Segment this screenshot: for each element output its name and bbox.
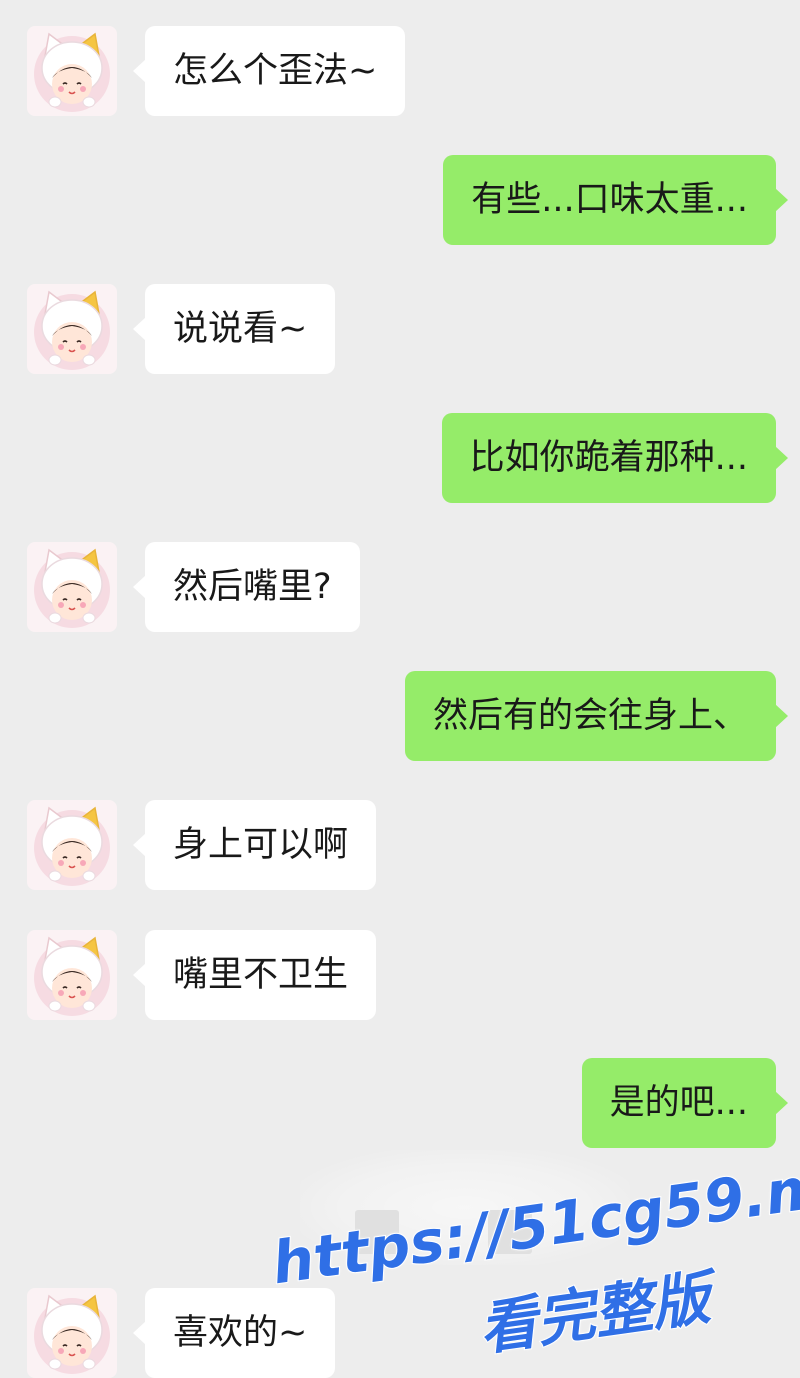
message-bubble-outgoing[interactable]: 有些...口味太重... (443, 155, 788, 245)
contact-avatar-icon[interactable] (27, 26, 117, 116)
contact-avatar-icon[interactable] (27, 542, 117, 632)
message-bubble-incoming[interactable]: 嘴里不卫生 (132, 930, 377, 1020)
contact-avatar-icon[interactable] (27, 800, 117, 890)
message-bubble-incoming[interactable]: 说说看~ (132, 284, 336, 374)
message-bubble-outgoing[interactable]: 比如你跪着那种... (441, 413, 789, 503)
message-bubble-incoming[interactable]: 身上可以啊 (132, 800, 377, 890)
blurred-block (355, 1210, 399, 1254)
message-bubble-incoming[interactable]: 怎么个歪法~ (132, 26, 406, 116)
blurred-block (488, 1210, 532, 1254)
chat-window: 怎么个歪法~ 有些...口味太重... 说说看~ 比如你跪着那种... 然后嘴里… (0, 0, 800, 1378)
message-bubble-incoming[interactable]: 喜欢的~ (132, 1288, 336, 1378)
contact-avatar-icon[interactable] (27, 284, 117, 374)
message-bubble-outgoing[interactable]: 然后有的会往身上、 (404, 671, 789, 761)
contact-avatar-icon[interactable] (27, 930, 117, 1020)
message-bubble-incoming[interactable]: 然后嘴里? (133, 542, 360, 632)
blurred-region (300, 1150, 630, 1265)
watermark-caption: 看完整版 (474, 1263, 715, 1365)
message-bubble-outgoing[interactable]: 是的吧... (581, 1058, 789, 1148)
contact-avatar-icon[interactable] (27, 1288, 117, 1378)
